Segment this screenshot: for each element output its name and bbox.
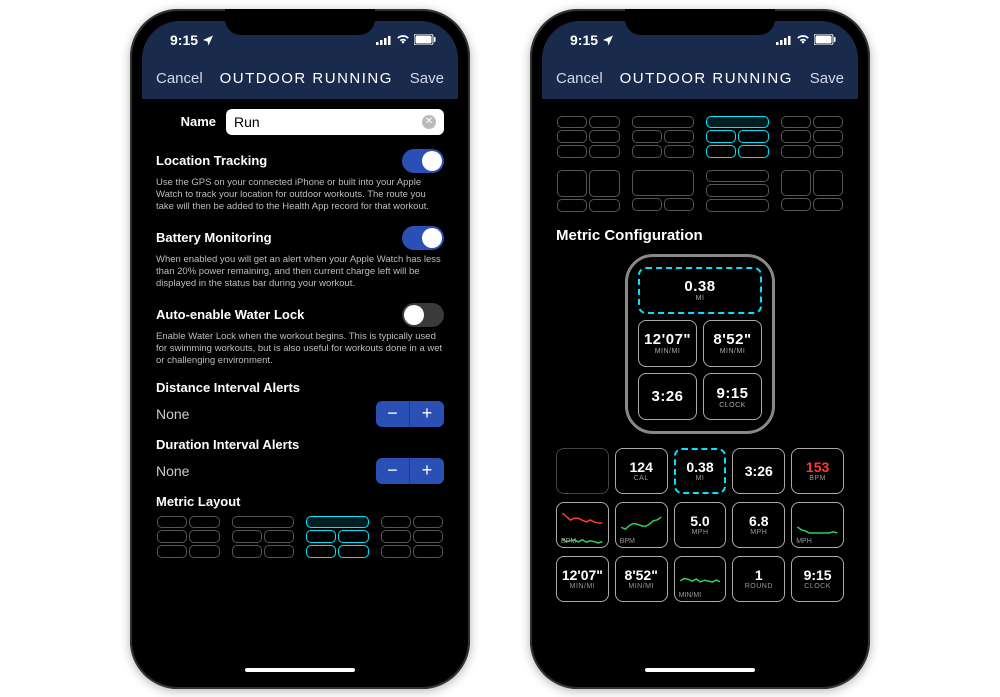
notch <box>225 9 375 35</box>
waterlock-desc: Enable Water Lock when the workout begin… <box>156 331 444 368</box>
home-indicator[interactable] <box>645 668 755 672</box>
watch-metric-top[interactable]: 0.38MI <box>638 267 762 314</box>
plus-button[interactable]: + <box>410 458 444 484</box>
status-icons <box>376 34 436 45</box>
save-button[interactable]: Save <box>810 70 844 87</box>
screen-right: 9:15 Cancel OUTDOOR RUNNING Save <box>542 21 858 677</box>
layout-option-4[interactable] <box>380 515 445 559</box>
location-tracking-toggle[interactable] <box>402 149 444 173</box>
metric-layout-title: Metric Layout <box>156 494 444 509</box>
nav-bar: Cancel OUTDOOR RUNNING Save <box>142 59 458 99</box>
layout-grid <box>556 115 844 213</box>
duration-interval-title: Duration Interval Alerts <box>156 437 444 452</box>
layout-option-3-selected[interactable] <box>705 115 770 159</box>
metric-tile[interactable]: 8'52"MIN/MI <box>615 556 668 602</box>
watch-preview: 0.38MI 12'07"MIN/MI 8'52"MIN/MI 3:26 9:1… <box>625 254 775 434</box>
location-icon <box>602 34 614 46</box>
metric-row-1: 124CAL0.38MI3:26153BPM <box>556 448 844 494</box>
status-icons <box>776 34 836 45</box>
wifi-icon <box>396 35 410 45</box>
metric-row-2: BPMBPM5.0MPH6.8MPHMPH <box>556 502 844 548</box>
signal-icon <box>376 35 392 45</box>
phone-left: 9:15 Cancel OUTDOOR RUNNING Save Name Ru… <box>130 9 470 689</box>
nav-title: OUTDOOR RUNNING <box>620 70 793 87</box>
location-icon <box>202 34 214 46</box>
watch-metric-d[interactable]: 9:15CLOCK <box>703 373 762 420</box>
waterlock-toggle[interactable] <box>402 303 444 327</box>
waterlock-title: Auto-enable Water Lock <box>156 307 304 322</box>
distance-stepper[interactable]: −+ <box>376 401 444 427</box>
distance-interval-title: Distance Interval Alerts <box>156 380 444 395</box>
save-button[interactable]: Save <box>410 70 444 87</box>
layout-option-8[interactable] <box>780 169 845 213</box>
location-tracking-desc: Use the GPS on your connected iPhone or … <box>156 177 444 214</box>
metric-tile[interactable]: MIN/MI <box>674 556 727 602</box>
layout-option-2[interactable] <box>231 515 296 559</box>
watch-metric-b[interactable]: 8'52"MIN/MI <box>703 320 762 367</box>
metric-tile[interactable]: 6.8MPH <box>732 502 785 548</box>
battery-icon <box>414 34 436 45</box>
battery-monitoring-toggle[interactable] <box>402 226 444 250</box>
clear-icon[interactable]: ✕ <box>422 115 436 129</box>
cancel-button[interactable]: Cancel <box>556 70 603 87</box>
metric-tile[interactable]: 1ROUND <box>732 556 785 602</box>
battery-icon <box>814 34 836 45</box>
nav-bar: Cancel OUTDOOR RUNNING Save <box>542 59 858 99</box>
metric-tile[interactable]: 5.0MPH <box>674 502 727 548</box>
layout-grid <box>156 515 444 559</box>
layout-option-7[interactable] <box>705 169 770 213</box>
watch-metric-c[interactable]: 3:26 <box>638 373 697 420</box>
battery-monitoring-desc: When enabled you will get an alert when … <box>156 254 444 291</box>
metric-tile[interactable]: 0.38MI <box>674 448 727 494</box>
metric-tile[interactable] <box>556 448 609 494</box>
watch-metric-a[interactable]: 12'07"MIN/MI <box>638 320 697 367</box>
metric-tile[interactable]: 3:26 <box>732 448 785 494</box>
duration-interval-value: None <box>156 463 189 479</box>
metric-config-title: Metric Configuration <box>556 227 844 244</box>
name-input[interactable]: Run ✕ <box>226 109 444 135</box>
layout-option-5[interactable] <box>556 169 621 213</box>
status-time: 9:15 <box>170 32 198 48</box>
metric-tile[interactable]: 12'07"MIN/MI <box>556 556 609 602</box>
status-time: 9:15 <box>570 32 598 48</box>
layout-option-6[interactable] <box>631 169 696 213</box>
layout-option-3-selected[interactable] <box>305 515 370 559</box>
notch <box>625 9 775 35</box>
layout-option-1[interactable] <box>556 115 621 159</box>
metric-tile[interactable]: 124CAL <box>615 448 668 494</box>
battery-monitoring-title: Battery Monitoring <box>156 230 272 245</box>
name-label: Name <box>156 114 216 129</box>
content-left[interactable]: Name Run ✕ Location Tracking Use the GPS… <box>142 99 458 677</box>
layout-option-2[interactable] <box>631 115 696 159</box>
content-right[interactable]: Metric Configuration 0.38MI 12'07"MIN/MI… <box>542 99 858 677</box>
metric-tile[interactable]: BPM <box>556 502 609 548</box>
home-indicator[interactable] <box>245 668 355 672</box>
metric-tile[interactable]: BPM <box>615 502 668 548</box>
duration-stepper[interactable]: −+ <box>376 458 444 484</box>
screen-left: 9:15 Cancel OUTDOOR RUNNING Save Name Ru… <box>142 21 458 677</box>
phone-right: 9:15 Cancel OUTDOOR RUNNING Save <box>530 9 870 689</box>
metric-tile[interactable]: 9:15CLOCK <box>791 556 844 602</box>
metric-row-3: 12'07"MIN/MI8'52"MIN/MIMIN/MI1ROUND9:15C… <box>556 556 844 602</box>
metric-tile[interactable]: MPH <box>791 502 844 548</box>
minus-button[interactable]: − <box>376 458 410 484</box>
wifi-icon <box>796 35 810 45</box>
distance-interval-value: None <box>156 406 189 422</box>
location-tracking-title: Location Tracking <box>156 153 267 168</box>
layout-option-4[interactable] <box>780 115 845 159</box>
minus-button[interactable]: − <box>376 401 410 427</box>
plus-button[interactable]: + <box>410 401 444 427</box>
metric-tile[interactable]: 153BPM <box>791 448 844 494</box>
cancel-button[interactable]: Cancel <box>156 70 203 87</box>
signal-icon <box>776 35 792 45</box>
nav-title: OUTDOOR RUNNING <box>220 70 393 87</box>
layout-option-1[interactable] <box>156 515 221 559</box>
name-value: Run <box>234 114 260 130</box>
